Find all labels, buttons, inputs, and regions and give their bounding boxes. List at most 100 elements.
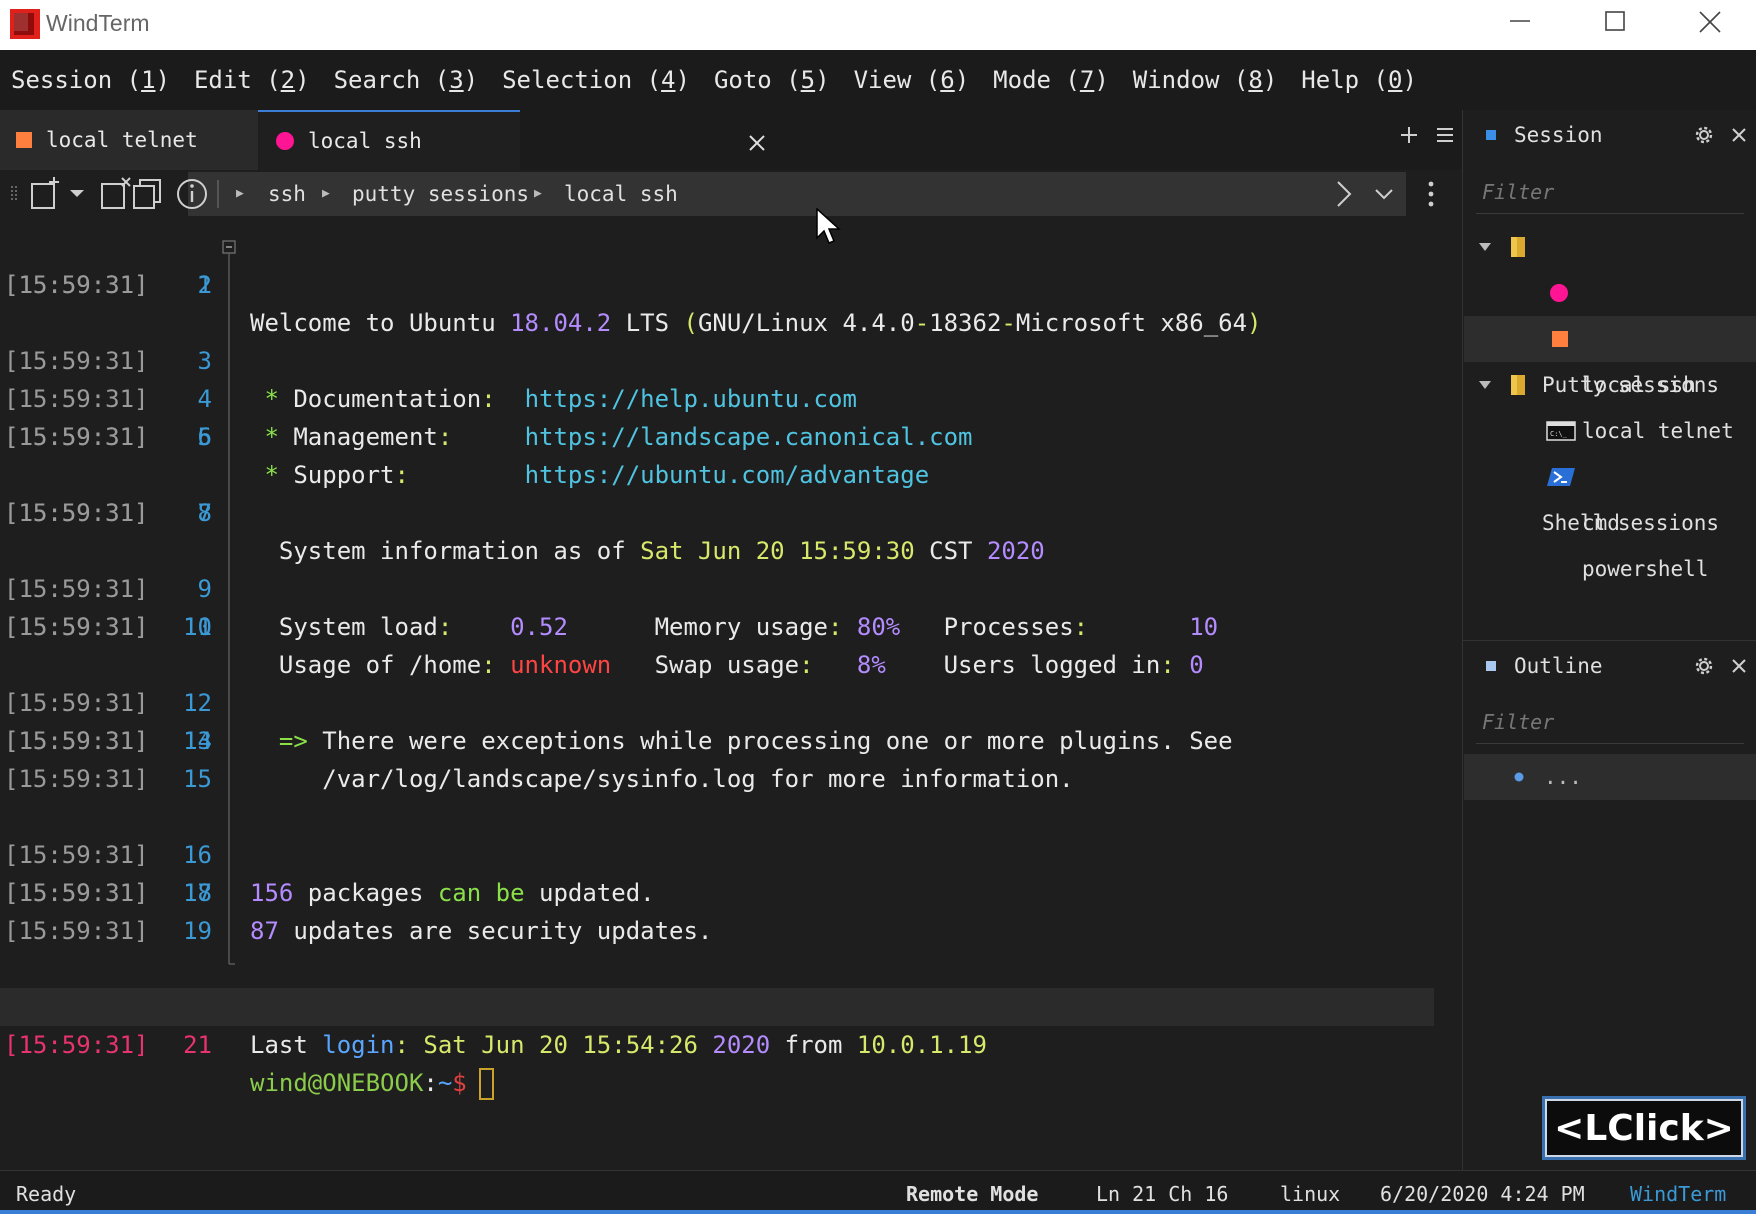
terminal-line: [15:59:31] 3 * Documentation: https://hel… [4, 347, 857, 413]
cmd-icon: C:\_ [1546, 421, 1576, 441]
pink-circle-icon [276, 132, 294, 150]
terminal-line: [15:59:31] 12 => There were exceptions wh… [4, 689, 1233, 755]
new-tab-plus-icon[interactable] [1396, 122, 1422, 148]
tree-item-powershell[interactable]: powershell [1464, 454, 1756, 581]
terminal-line: [15:59:31] 1 Welcome to Ubuntu 18.04.2 LT… [4, 271, 1262, 337]
terminal-view[interactable]: [15:59:31] 1 Welcome to Ubuntu 18.04.2 LT… [0, 228, 1462, 1170]
tab-local-ssh[interactable]: local ssh [258, 110, 765, 170]
terminal-line: [15:59:31] 14 [4, 727, 212, 755]
windterm-logo-icon [10, 9, 40, 39]
more-vertical-icon[interactable] [1420, 176, 1456, 212]
folder-icon [1511, 237, 1525, 257]
close-icon[interactable] [1729, 125, 1749, 145]
orange-square-icon [16, 132, 32, 148]
panel-square-icon [1486, 661, 1496, 671]
session-filter-input[interactable]: Filter [1476, 170, 1744, 214]
terminal-line: [15:59:31] 7 System information as of Sat… [4, 499, 1045, 565]
tab-label: local ssh [308, 129, 422, 153]
terminal-line: [15:59:31] 9 System load: 0.52 Memory usa… [4, 575, 1219, 641]
tree-group-putty-sessions[interactable]: Putty sessions [1464, 224, 1756, 397]
orange-square-icon [1552, 331, 1568, 347]
menu-goto[interactable]: Goto (5) [714, 66, 830, 94]
status-datetime: 6/20/2020 4:24 PM [1380, 1182, 1585, 1206]
duplicate-session-icon[interactable] [130, 176, 166, 212]
tree-item-cmd[interactable]: C:\_ cmd [1464, 408, 1756, 535]
outline-filter-input[interactable]: Filter [1476, 700, 1744, 744]
tree-item-local-ssh[interactable]: local ssh [1464, 270, 1756, 397]
chevron-right-icon[interactable] [1326, 176, 1362, 212]
chevron-down-icon[interactable] [1366, 176, 1402, 212]
click-indicator-overlay: <LClick> [1542, 1096, 1746, 1160]
breadcrumb-arrow-icon: ▶ [322, 186, 330, 201]
menu-edit[interactable]: Edit (2) [194, 66, 310, 94]
terminal-line: [15:59:31] 16 156 packages can be updated… [4, 841, 655, 907]
terminal-line: [15:59:31] 11 [4, 613, 212, 641]
title-bar: WindTerm [0, 0, 1756, 50]
breadcrumb-arrow-icon: ▶ [236, 186, 244, 201]
collapse-arrow-icon[interactable] [1478, 378, 1492, 392]
terminal-line: [15:59:31] 17 87 updates are security upd… [4, 879, 713, 945]
session-panel-title: Session [1514, 123, 1603, 147]
mouse-pointer-icon [816, 208, 841, 244]
menu-window[interactable]: Window (8) [1133, 66, 1278, 94]
terminal-line: [15:59:31] 2 [4, 271, 212, 299]
tree-item-local-telnet[interactable]: local telnet [1464, 316, 1756, 443]
outline-item[interactable]: ... [1464, 754, 1756, 800]
breadcrumb-divider [217, 180, 219, 208]
menu-session[interactable]: Session (1) [11, 66, 170, 94]
toolbar-grip-icon[interactable] [8, 176, 20, 212]
svg-text:C:\_: C:\_ [1550, 430, 1568, 438]
status-cursor-position[interactable]: Ln 21 Ch 16 [1096, 1171, 1228, 1214]
fold-gutter[interactable] [222, 240, 236, 972]
breadcrumb-item-putty-sessions[interactable]: putty sessions [352, 172, 529, 216]
menu-selection[interactable]: Selection (4) [502, 66, 690, 94]
status-bar: Ready Remote Mode Ln 21 Ch 16 linux 6/20… [0, 1170, 1756, 1214]
tab-close-icon[interactable] [742, 128, 772, 158]
pink-circle-icon [1550, 284, 1568, 302]
folder-icon [1511, 375, 1525, 395]
close-icon[interactable] [1729, 656, 1749, 676]
powershell-icon [1547, 468, 1575, 486]
tab-local-telnet[interactable]: local telnet [0, 110, 258, 170]
close-icon [1699, 11, 1721, 33]
terminal-line: [15:59:31] 8 [4, 499, 212, 527]
terminal-line: [15:59:31] 10 Usage of /home: unknown Swa… [4, 613, 1204, 679]
close-window-button[interactable] [1666, 0, 1756, 50]
status-accent-line [0, 1210, 1756, 1214]
tab-bar: local telnet local ssh [0, 110, 1462, 170]
tab-label: local telnet [46, 128, 198, 152]
menu-search[interactable]: Search (3) [334, 66, 479, 94]
gear-icon[interactable] [1692, 123, 1716, 147]
terminal-line: [15:59:31] 13 /var/log/landscape/sysinfo.… [4, 727, 1074, 793]
maximize-button[interactable] [1572, 0, 1662, 50]
menu-view[interactable]: View (6) [854, 66, 970, 94]
breadcrumb-arrow-icon: ▶ [534, 186, 542, 201]
status-ready: Ready [16, 1182, 77, 1206]
terminal-line: [15:59:31] 18 [4, 879, 212, 907]
status-system[interactable]: linux [1280, 1171, 1340, 1214]
panel-square-icon [1486, 130, 1496, 140]
close-session-icon[interactable] [98, 176, 134, 212]
menu-bar: Session (1) Edit (2) Search (3) Selectio… [0, 50, 1756, 110]
minimize-button[interactable] [1476, 0, 1566, 50]
new-session-icon[interactable] [28, 176, 88, 212]
terminal-current-line[interactable]: [15:59:31] 21 wind@ONEBOOK:~$ [0, 988, 1434, 1100]
menu-help[interactable]: Help (0) [1301, 66, 1417, 94]
tab-list-menu-icon[interactable] [1432, 122, 1458, 148]
status-mode[interactable]: Remote Mode [906, 1171, 1038, 1214]
breadcrumb-item-local-ssh[interactable]: local ssh [564, 172, 678, 216]
minimize-icon [1510, 20, 1530, 22]
terminal-line: [15:59:31] 5 * Support: https://ubuntu.co… [4, 423, 930, 489]
terminal-line: [15:59:31] 6 [4, 423, 212, 451]
outline-panel-title: Outline [1514, 654, 1603, 678]
status-brand[interactable]: WindTerm [1630, 1171, 1726, 1214]
tree-group-shell-sessions[interactable]: Shell sessions [1464, 362, 1756, 535]
menu-mode[interactable]: Mode (7) [993, 66, 1109, 94]
collapse-arrow-icon[interactable] [1478, 240, 1492, 254]
gear-icon[interactable] [1692, 654, 1716, 678]
breadcrumb-item-ssh[interactable]: ssh [268, 172, 306, 216]
info-icon[interactable] [174, 176, 210, 212]
bullet-icon [1514, 772, 1524, 782]
terminal-line: [15:59:31]20 Last login: Sat Jun 20 15:5… [4, 993, 987, 1059]
window-title: WindTerm [46, 10, 150, 36]
